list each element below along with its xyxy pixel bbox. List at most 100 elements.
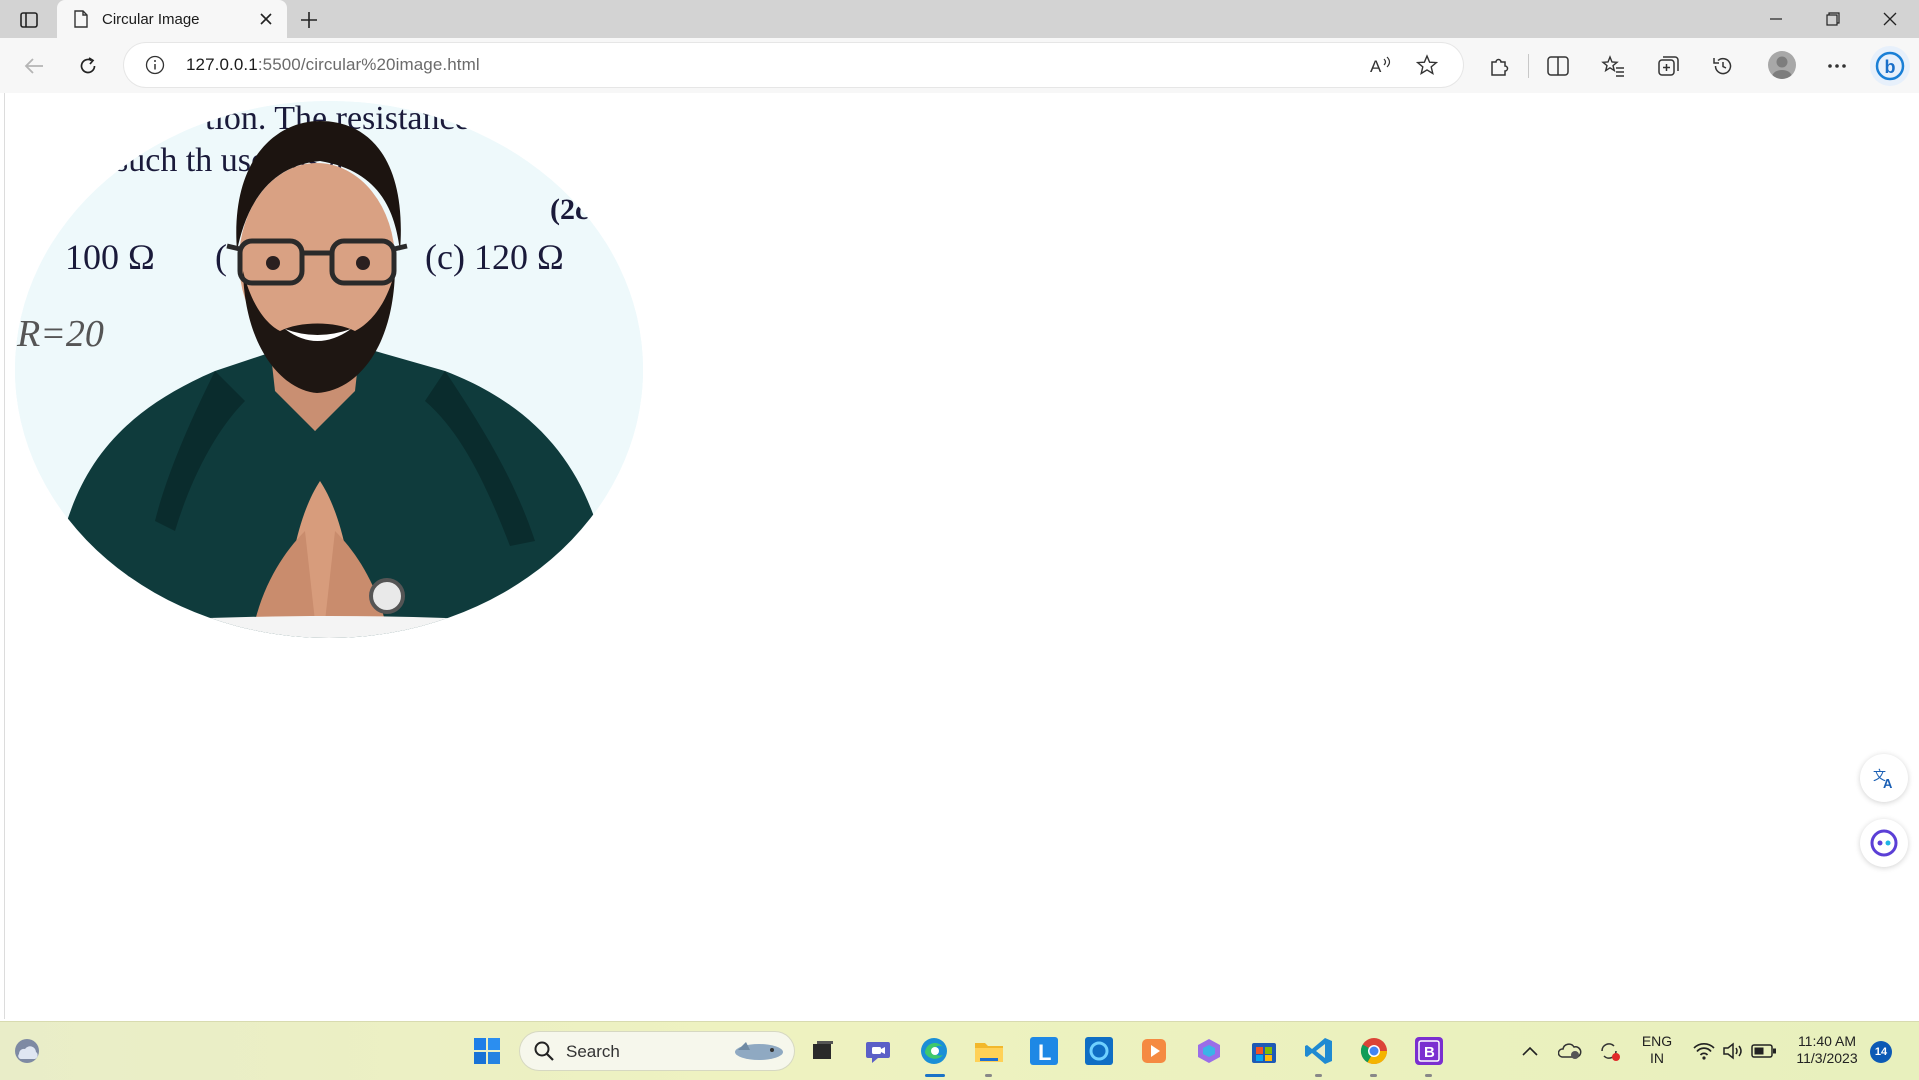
vscode-button[interactable]	[1303, 1035, 1335, 1067]
copilot-side-button[interactable]	[1860, 819, 1908, 867]
task-view-button[interactable]	[806, 1035, 838, 1067]
favorite-button[interactable]	[1413, 51, 1441, 79]
volume-tray-button[interactable]	[1718, 1035, 1750, 1067]
portrait-illustration: tion. The resistance such th used as a (…	[15, 101, 643, 638]
translate-button[interactable]: 文A	[1860, 754, 1908, 802]
svg-text:A: A	[1883, 776, 1893, 790]
l-app-icon: L	[1030, 1037, 1058, 1065]
copilot-app-icon	[1198, 1039, 1220, 1063]
close-window-button[interactable]	[1870, 4, 1910, 34]
read-aloud-button[interactable]: A	[1367, 51, 1395, 79]
wifi-icon	[1693, 1042, 1715, 1060]
url-host: 127.0.0.1	[186, 55, 258, 74]
start-button[interactable]	[471, 1035, 503, 1067]
language-code: ENG	[1641, 1033, 1673, 1049]
battery-icon	[1751, 1044, 1776, 1058]
new-tab-button[interactable]	[296, 7, 322, 33]
chrome-button[interactable]	[1358, 1035, 1390, 1067]
taskbar-search[interactable]: Search	[520, 1032, 794, 1070]
sync-tray-button[interactable]	[1594, 1035, 1626, 1067]
back-arrow-icon	[24, 58, 43, 74]
volume-icon	[1723, 1042, 1742, 1060]
back-button[interactable]	[16, 48, 52, 84]
favorites-list-icon	[1601, 55, 1624, 77]
board-option-b: (	[215, 237, 227, 277]
weather-icon	[15, 1039, 39, 1063]
bing-icon: b	[1875, 51, 1905, 81]
edge-active-indicator	[925, 1074, 945, 1077]
tab-active[interactable]: Circular Image	[57, 0, 287, 38]
page-viewport: tion. The resistance such th used as a (…	[4, 93, 1918, 1019]
bootstrap-app-button[interactable]: B	[1413, 1035, 1445, 1067]
vscode-icon	[1305, 1038, 1332, 1064]
restore-button[interactable]	[1813, 4, 1853, 34]
copilot-button[interactable]: b	[1870, 46, 1910, 86]
clock[interactable]: 11:40 AM 11/3/2023	[1790, 1033, 1864, 1067]
file-explorer-button[interactable]	[973, 1035, 1005, 1067]
onedrive-tray-button[interactable]	[1554, 1035, 1586, 1067]
region-code: IN	[1650, 1050, 1664, 1066]
translate-icon: 文A	[1873, 768, 1893, 790]
star-icon	[1416, 54, 1438, 75]
bootstrap-icon: B	[1415, 1037, 1443, 1065]
svg-text:B: B	[1424, 1044, 1435, 1061]
minimize-button[interactable]	[1756, 4, 1796, 34]
windows-icon	[474, 1038, 500, 1064]
tab-actions-icon	[20, 12, 38, 28]
chat-icon	[866, 1042, 890, 1063]
chrome-icon	[1360, 1038, 1388, 1065]
store-button[interactable]	[1248, 1035, 1280, 1067]
wifi-tray-button[interactable]	[1688, 1035, 1720, 1067]
url-path: :5500/circular%20image.html	[257, 55, 480, 74]
profile-avatar[interactable]	[1768, 51, 1796, 79]
url-text[interactable]: 127.0.0.1:5500/circular%20image.html	[186, 55, 480, 75]
puzzle-icon	[1491, 58, 1509, 76]
person-icon	[1772, 56, 1792, 79]
chrome-running-indicator	[1370, 1074, 1377, 1077]
refresh-icon	[80, 57, 96, 74]
copilot-taskbar-button[interactable]	[1193, 1035, 1225, 1067]
teams-chat-button[interactable]	[862, 1035, 894, 1067]
weather-widget[interactable]	[11, 1035, 43, 1067]
circle-app-icon	[1085, 1037, 1113, 1065]
toolbar-divider	[1528, 54, 1529, 78]
folder-icon	[975, 1043, 1003, 1062]
chevron-up-icon	[1522, 1046, 1538, 1056]
board-option-c: (c) 120 Ω	[425, 237, 564, 277]
language-indicator[interactable]: ENG IN	[1640, 1033, 1674, 1067]
l-app-button[interactable]: L	[1028, 1035, 1060, 1067]
svg-text:L: L	[1038, 1040, 1051, 1065]
svg-text:A: A	[1370, 57, 1382, 74]
refresh-button[interactable]	[70, 48, 106, 84]
store-icon	[1252, 1043, 1276, 1063]
page-icon	[72, 9, 90, 29]
copilot-icon	[1870, 829, 1898, 857]
search-icon	[534, 1041, 554, 1061]
navigation-bar: 127.0.0.1:5500/circular%20image.html A b	[0, 38, 1919, 93]
svg-text:b: b	[1885, 57, 1896, 77]
search-highlight-icon	[735, 1042, 783, 1060]
play-icon	[1142, 1039, 1166, 1063]
ellipsis-icon	[1828, 64, 1846, 68]
more-options-button[interactable]	[1819, 48, 1855, 84]
close-icon	[260, 13, 272, 25]
close-tab-button[interactable]	[255, 8, 277, 30]
extensions-button[interactable]	[1481, 48, 1517, 84]
notification-badge[interactable]: 14	[1870, 1041, 1892, 1063]
site-info-icon[interactable]	[144, 54, 166, 76]
history-button[interactable]	[1705, 48, 1741, 84]
media-player-button[interactable]	[1138, 1035, 1170, 1067]
battery-tray-button[interactable]	[1748, 1035, 1780, 1067]
close-icon	[1883, 12, 1897, 26]
collections-button[interactable]	[1650, 48, 1686, 84]
search-label: Search	[566, 1042, 620, 1061]
favorites-button[interactable]	[1595, 48, 1631, 84]
split-screen-button[interactable]	[1540, 48, 1576, 84]
tab-actions-button[interactable]	[14, 8, 44, 32]
cortana-app-button[interactable]	[1083, 1035, 1115, 1067]
show-hidden-icons-button[interactable]	[1514, 1035, 1546, 1067]
address-bar[interactable]: 127.0.0.1:5500/circular%20image.html A	[124, 43, 1463, 87]
cloud-icon	[1558, 1043, 1582, 1059]
edge-taskbar-button[interactable]	[918, 1035, 950, 1067]
clock-date: 11/3/2023	[1796, 1050, 1858, 1066]
